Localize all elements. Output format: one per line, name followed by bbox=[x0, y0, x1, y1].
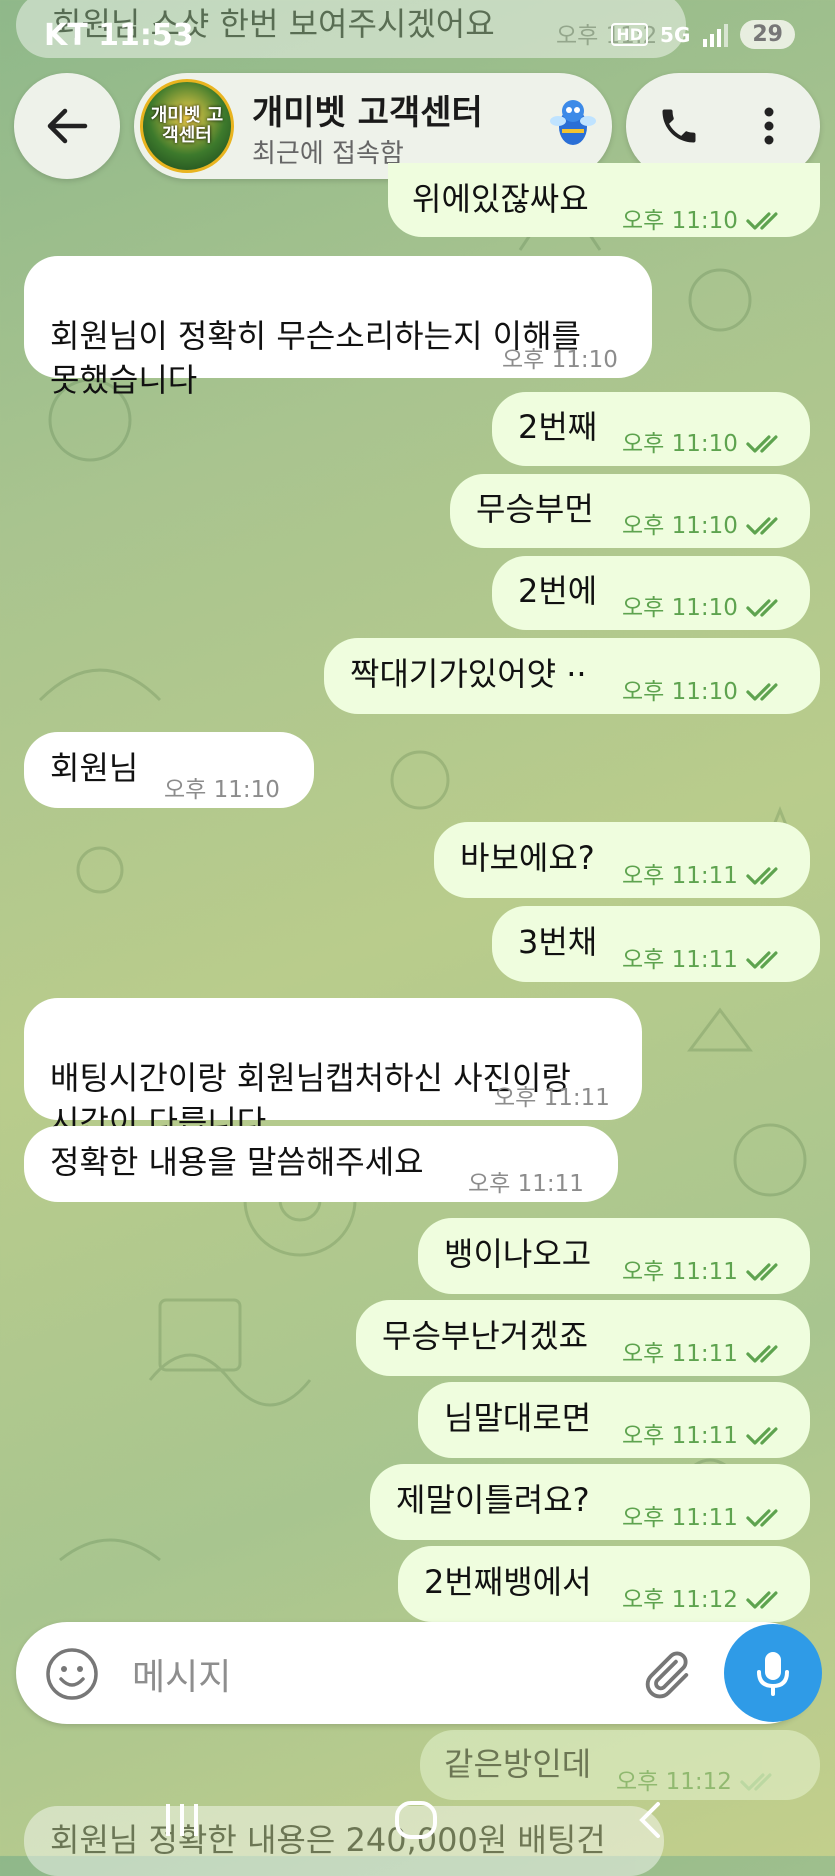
smiley-icon bbox=[46, 1648, 98, 1700]
paperclip-icon bbox=[645, 1651, 689, 1699]
message-text: 같은방인데 bbox=[444, 1745, 592, 1783]
read-check-icon bbox=[746, 435, 778, 453]
read-check-icon bbox=[746, 1427, 778, 1445]
read-check-icon bbox=[746, 599, 778, 617]
emoji-button[interactable] bbox=[44, 1646, 100, 1702]
read-check-icon bbox=[746, 517, 778, 535]
microphone-icon bbox=[757, 1652, 789, 1696]
system-nav-bar bbox=[0, 1780, 835, 1856]
read-check-icon bbox=[746, 1509, 778, 1527]
read-check-icon bbox=[746, 683, 778, 701]
attach-button[interactable] bbox=[636, 1646, 694, 1704]
home-icon[interactable] bbox=[394, 1800, 438, 1840]
read-check-icon bbox=[746, 1591, 778, 1609]
read-check-icon bbox=[746, 951, 778, 969]
message-composer: 메시지 bbox=[16, 1622, 816, 1724]
read-checks-layer bbox=[740, 212, 778, 1791]
voice-record-button[interactable] bbox=[724, 1624, 822, 1722]
recent-apps-icon[interactable] bbox=[162, 1802, 202, 1838]
read-check-icon bbox=[746, 867, 778, 885]
back-nav-icon[interactable] bbox=[634, 1800, 664, 1840]
read-check-icon bbox=[746, 1345, 778, 1363]
message-input[interactable]: 메시지 bbox=[132, 1648, 231, 1700]
message-list: 위에있잖싸요 오후 11:10 회원님이 정확히 무슨소리하는지 이해를 못했습… bbox=[0, 0, 835, 1876]
read-check-icon bbox=[746, 212, 778, 230]
read-check-icon bbox=[746, 1263, 778, 1281]
